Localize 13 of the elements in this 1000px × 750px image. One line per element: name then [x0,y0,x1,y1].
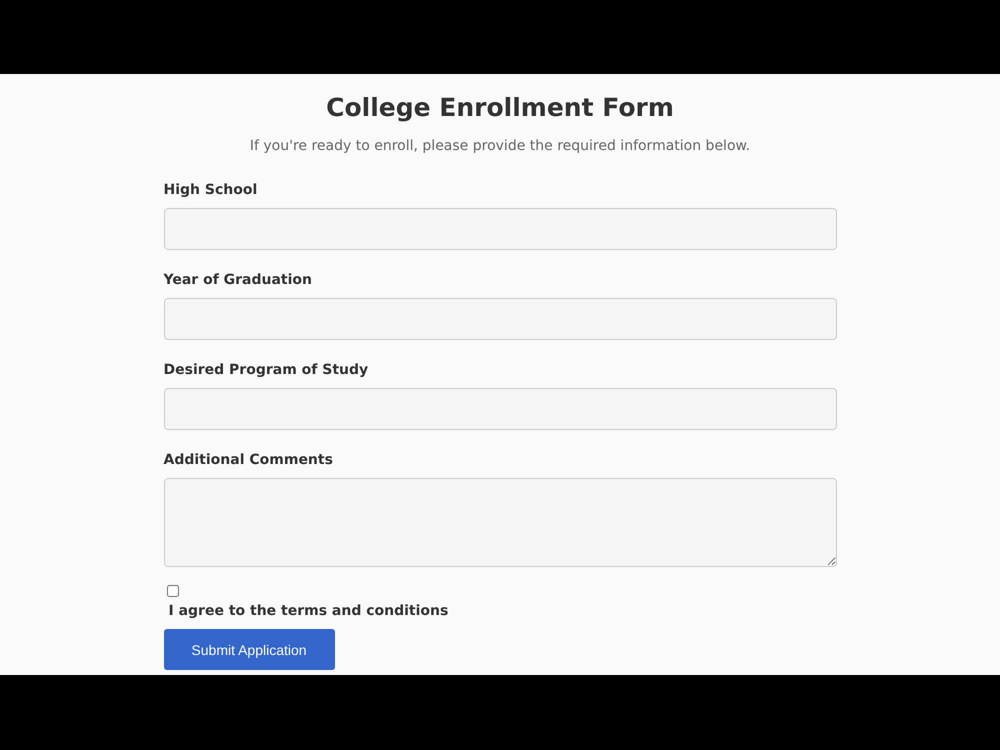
field-label: Desired Program of Study [164,361,368,380]
input-field[interactable] [164,388,836,430]
form-subtitle: If you're ready to enroll, please provide the required information below. [250,137,750,156]
input-field[interactable] [164,298,836,340]
agree-checkbox[interactable] [166,585,178,597]
field-label: Additional Comments [164,451,333,470]
agree-label: I agree to the terms and conditions [168,602,448,621]
form-title: College Enrollment Form [326,92,674,124]
input-field[interactable] [164,208,836,250]
field-label: Year of Graduation [164,271,312,290]
comments-field[interactable] [164,478,836,567]
field-label: High School [164,181,258,200]
submit-button[interactable]: Submit Application [164,629,334,670]
